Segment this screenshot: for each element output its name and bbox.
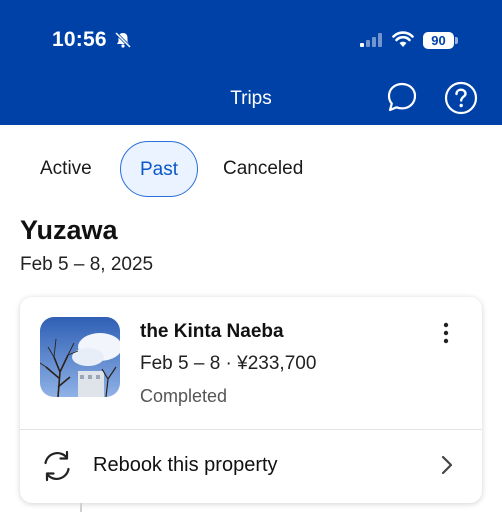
tab-active[interactable]: Active	[40, 141, 92, 197]
rebook-button[interactable]: Rebook this property	[20, 430, 482, 503]
rebook-refresh-icon	[44, 450, 70, 482]
battery-icon: 90	[423, 32, 458, 49]
trip-card[interactable]: the Kinta Naeba Feb 5 – 8 · ¥233,700 Com…	[20, 297, 482, 503]
property-name: the Kinta Naeba	[140, 321, 284, 342]
rebook-label: Rebook this property	[93, 454, 278, 476]
status-time: 10:56	[52, 28, 107, 51]
trip-dates: Feb 5 – 8, 2025	[20, 254, 154, 275]
bell-muted-icon	[114, 31, 132, 49]
battery-level: 90	[423, 32, 454, 49]
more-options-icon[interactable]	[436, 321, 456, 345]
app-header: 10:56 90 Trips	[0, 0, 502, 125]
booking-status: Completed	[140, 386, 228, 406]
tab-canceled[interactable]: Canceled	[223, 141, 303, 197]
cellular-signal-icon	[360, 33, 382, 47]
chevron-right-icon	[441, 455, 453, 475]
timeline-connector	[80, 503, 82, 512]
page-title: Trips	[230, 88, 272, 109]
property-thumbnail[interactable]	[40, 317, 120, 397]
property-dates-price: Feb 5 – 8 · ¥233,700	[140, 353, 317, 374]
help-icon[interactable]	[444, 81, 478, 115]
trip-city-heading: Yuzawa	[20, 215, 118, 245]
tab-past[interactable]: Past	[120, 141, 198, 197]
chat-bubble-icon[interactable]	[386, 81, 418, 113]
wifi-icon	[392, 31, 414, 47]
